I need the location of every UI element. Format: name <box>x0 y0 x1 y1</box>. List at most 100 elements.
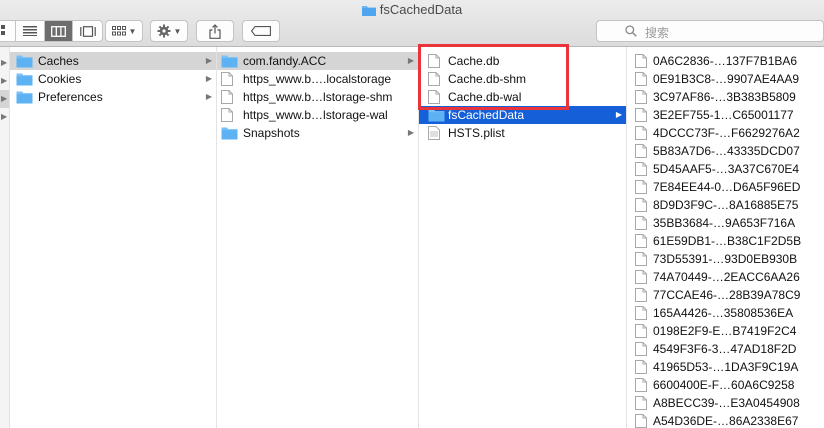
tags-button[interactable] <box>242 20 280 42</box>
list-item[interactable]: Cookies ▶ <box>10 70 216 88</box>
list-item-label: Preferences <box>38 90 103 104</box>
list-item-label: 3E2EF755-1…C65001177 <box>653 108 794 122</box>
columns-icon <box>50 25 66 37</box>
folder-icon <box>361 4 376 19</box>
list-item-label: Cache.db-wal <box>448 90 522 104</box>
list-item[interactable]: https_www.b…lstorage-shm <box>217 88 418 106</box>
list-item-label: https_www.b….localstorage <box>243 72 392 86</box>
list-item-label: com.fandy.ACC <box>243 54 327 68</box>
list-item[interactable]: Cache.db-shm <box>419 70 626 88</box>
plist-icon <box>428 126 440 145</box>
disclosure-arrow-icon: ▶ <box>205 92 212 101</box>
share-button[interactable] <box>196 20 234 42</box>
arrange-grid-icon <box>111 26 126 36</box>
list-item[interactable]: 0198E2F9-E…B7419F2C4 <box>627 322 824 340</box>
list-icon <box>22 26 37 36</box>
list-item-label: 4DCCC73F-…F6629276A2 <box>653 126 800 140</box>
list-item-label: 6600400E-F…60A6C9258 <box>653 378 795 392</box>
list-item[interactable]: Snapshots ▶ <box>217 124 418 142</box>
column-library[interactable]: Caches ▶ Cookies ▶ Preferences ▶ <box>10 47 217 428</box>
list-item[interactable]: 61E59DB1-…B38C1F2D5B <box>627 232 824 250</box>
disclosure-arrow-icon: ▶ <box>205 74 212 83</box>
list-item-label: 3C97AF86-…3B383B5809 <box>653 90 796 104</box>
search-icon <box>625 25 637 37</box>
column-caches[interactable]: com.fandy.ACC ▶ https_www.b….localstorageh… <box>217 47 419 428</box>
list-item-label: 35BB3684-…9A653F716A <box>653 216 796 230</box>
chevron-down-icon: ▼ <box>128 26 137 36</box>
list-item[interactable]: Cache.db <box>419 52 626 70</box>
list-item-label: 77CCAE46-…28B39A78C9 <box>653 288 801 302</box>
list-item[interactable]: ▶ <box>0 72 9 90</box>
list-item[interactable]: ▶ <box>0 90 9 108</box>
list-view-button[interactable] <box>16 21 45 41</box>
list-item[interactable]: https_www.b…lstorage-wal <box>217 106 418 124</box>
list-item[interactable]: ▶ <box>0 108 9 126</box>
list-item[interactable]: https_www.b….localstorage <box>217 70 418 88</box>
view-switcher[interactable] <box>0 20 103 42</box>
list-item[interactable]: Caches ▶ <box>10 52 216 70</box>
list-item-label: 41965D53-…1DA3F9C19A <box>653 360 799 374</box>
list-item[interactable]: Preferences ▶ <box>10 88 216 106</box>
list-item[interactable]: HSTS.plist <box>419 124 626 142</box>
column-fscacheddata[interactable]: 0A6C2836-…137F7B1BA6 0E91B3C8-…9907AE4AA9… <box>627 47 824 428</box>
list-item-label: 0E91B3C8-…9907AE4AA9 <box>653 72 800 86</box>
list-item-label: Snapshots <box>243 126 300 140</box>
share-icon <box>209 23 221 39</box>
list-item-label: 5D45AAF5-…3A37C670E4 <box>653 162 800 176</box>
list-item[interactable]: 8D9D3F9C-…8A16885E75 <box>627 196 824 214</box>
list-item-label: Cache.db <box>448 54 500 68</box>
list-item-label: 4549F3F6-3…47AD18F2D <box>653 342 797 356</box>
list-item[interactable]: 73D55391-…93D0EB930B <box>627 250 824 268</box>
tag-icon <box>251 26 271 36</box>
list-item-label: 8D9D3F9C-…8A16885E75 <box>653 198 799 212</box>
list-item[interactable]: 35BB3684-…9A653F716A <box>627 214 824 232</box>
list-item[interactable]: 7E84EE44-0…D6A5F96ED <box>627 178 824 196</box>
list-item[interactable]: ▶ <box>0 54 9 72</box>
list-item-label: HSTS.plist <box>448 126 505 140</box>
action-button[interactable]: ▼ <box>150 20 188 42</box>
list-item-label: 61E59DB1-…B38C1F2D5B <box>653 234 802 248</box>
list-item[interactable]: 4549F3F6-3…47AD18F2D <box>627 340 824 358</box>
list-item[interactable]: 6600400E-F…60A6C9258 <box>627 376 824 394</box>
folder-icon <box>16 90 33 109</box>
search-field[interactable]: 搜索 <box>596 20 824 42</box>
list-item-label: 73D55391-…93D0EB930B <box>653 252 798 266</box>
list-item[interactable]: 5B83A7D6-…43335DCD07 <box>627 142 824 160</box>
icon-view-button[interactable] <box>0 21 16 41</box>
column-com-fandy-acc[interactable]: Cache.db Cache.db-shm Cache.db-wal fsCached… <box>419 47 627 428</box>
list-item[interactable]: A8BECC39-…E3A0454908 <box>627 394 824 412</box>
column-view-button[interactable] <box>44 21 74 41</box>
document-icon <box>635 414 647 428</box>
list-item[interactable]: com.fandy.ACC ▶ <box>217 52 418 70</box>
disclosure-arrow-icon: ▶ <box>407 128 414 137</box>
gear-icon <box>157 24 171 38</box>
list-item[interactable]: 165A4426-…35808536EA <box>627 304 824 322</box>
list-item[interactable]: 4DCCC73F-…F6629276A2 <box>627 124 824 142</box>
list-item[interactable]: 3E2EF755-1…C65001177 <box>627 106 824 124</box>
list-item-label: Cache.db-shm <box>448 72 527 86</box>
list-item-label: 0198E2F9-E…B7419F2C4 <box>653 324 797 338</box>
list-item[interactable]: 77CCAE46-…28B39A78C9 <box>627 286 824 304</box>
list-item-label: https_www.b…lstorage-shm <box>243 90 393 104</box>
gallery-view-button[interactable] <box>73 21 102 41</box>
list-item[interactable]: Cache.db-wal <box>419 88 626 106</box>
disclosure-arrow-icon: ▶ <box>615 110 622 119</box>
list-item[interactable]: 0E91B3C8-…9907AE4AA9 <box>627 70 824 88</box>
list-item[interactable]: fsCachedData ▶ <box>419 106 626 124</box>
window-title-bar: fsCachedData <box>0 2 824 19</box>
arrange-button[interactable]: ▼ <box>105 20 143 42</box>
window-title: fsCachedData <box>379 2 463 17</box>
grid-icon <box>0 25 5 35</box>
list-item-label: fsCachedData <box>448 108 525 122</box>
list-item[interactable]: 5D45AAF5-…3A37C670E4 <box>627 160 824 178</box>
list-item[interactable]: 41965D53-…1DA3F9C19A <box>627 358 824 376</box>
list-item-label: A8BECC39-…E3A0454908 <box>653 396 800 410</box>
list-item[interactable]: A54D36DE-…86A2338E67 <box>627 412 824 428</box>
disclosure-arrow-icon: ▶ <box>407 56 414 65</box>
column-parent[interactable]: ▶ ▶ ▶ ▶ <box>0 47 10 428</box>
list-item[interactable]: 0A6C2836-…137F7B1BA6 <box>627 52 824 70</box>
list-item-label: 0A6C2836-…137F7B1BA6 <box>653 54 798 68</box>
list-item[interactable]: 74A70449-…2EACC6AA26 <box>627 268 824 286</box>
list-item[interactable]: 3C97AF86-…3B383B5809 <box>627 88 824 106</box>
search-placeholder: 搜索 <box>645 26 670 40</box>
